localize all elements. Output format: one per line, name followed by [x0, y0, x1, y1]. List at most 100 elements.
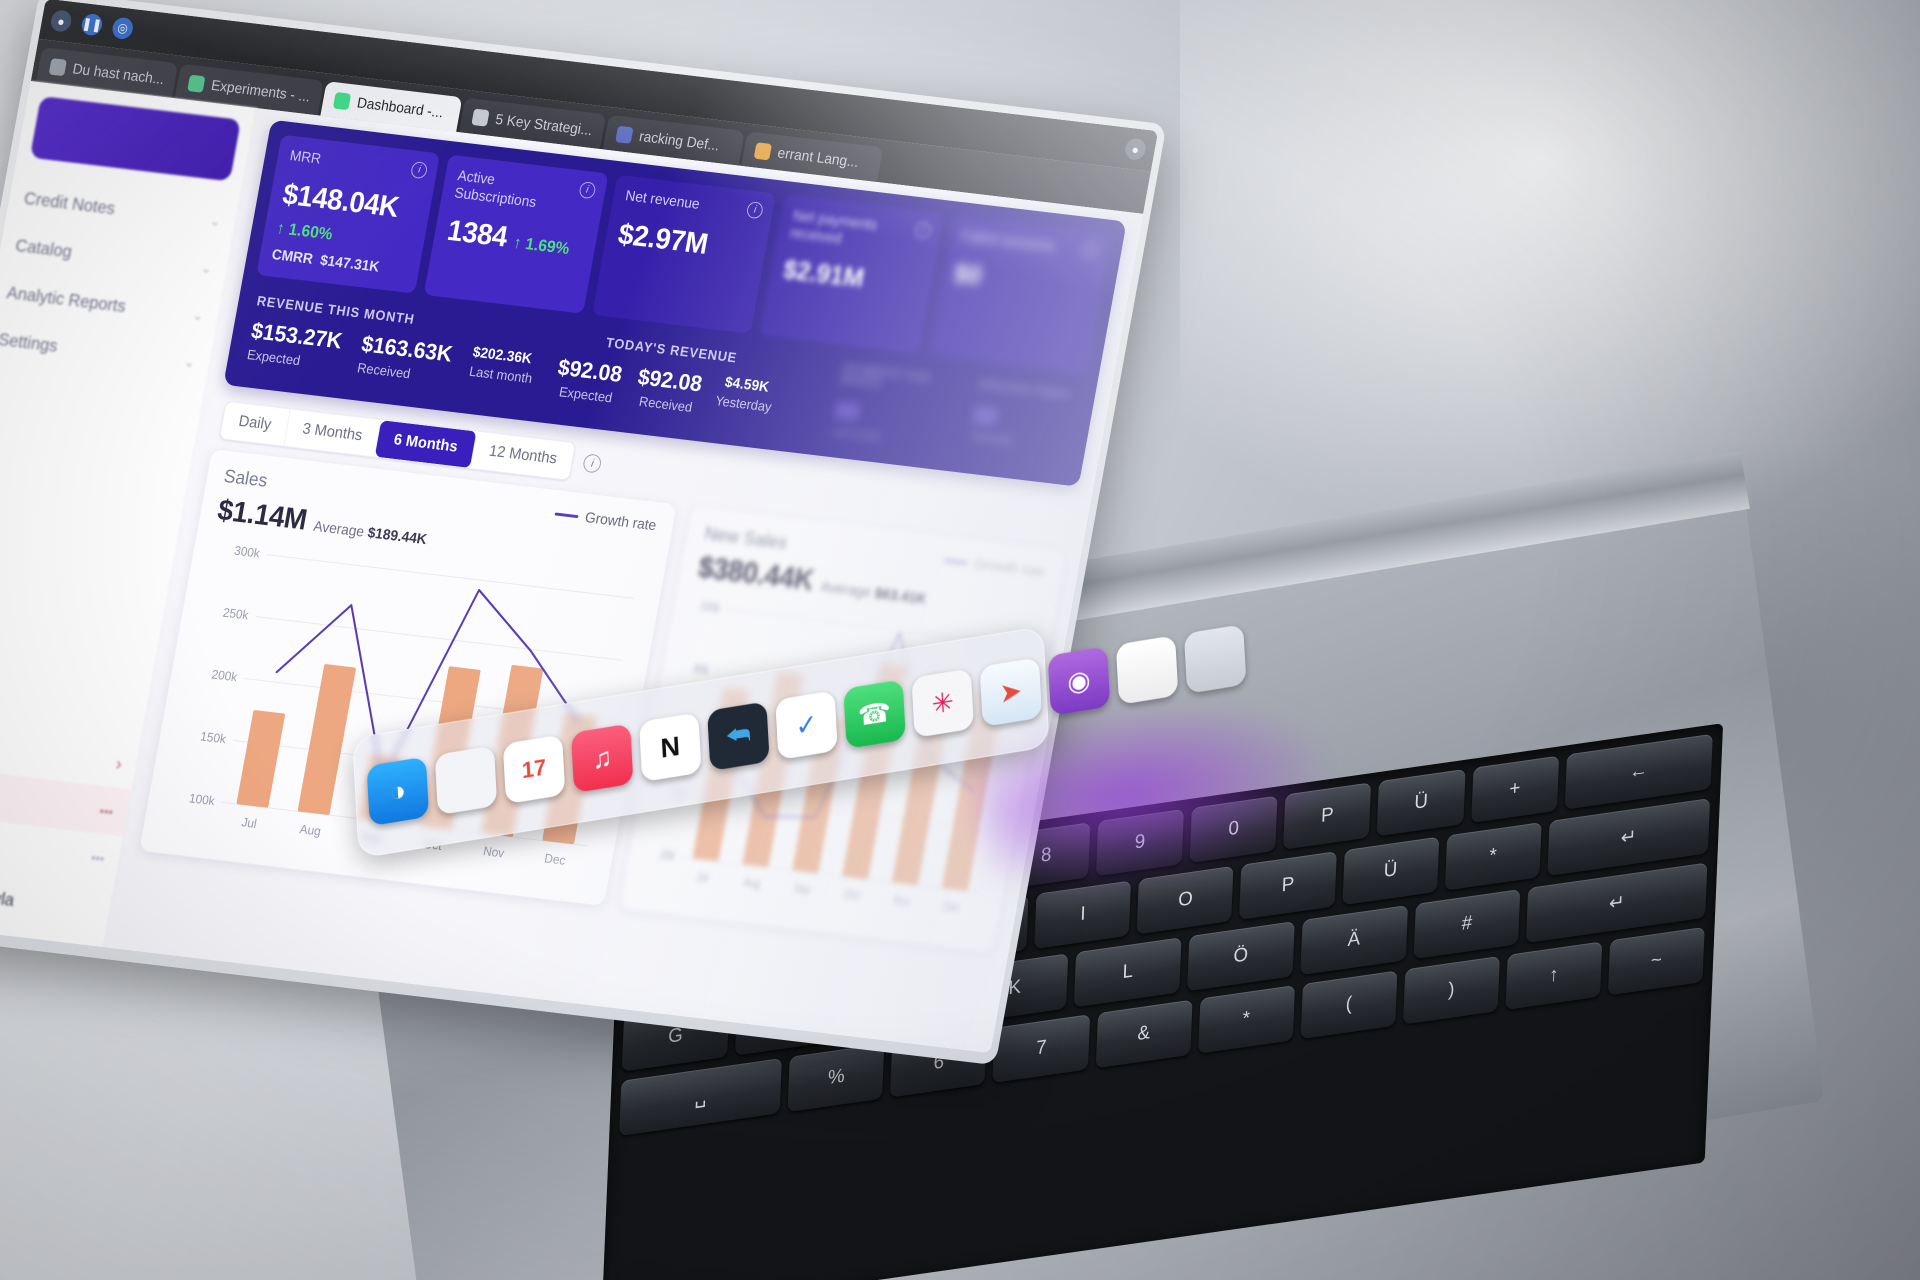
info-icon[interactable]: i — [410, 161, 429, 180]
tab-title: Experiments - ... — [209, 76, 312, 105]
block-caption: Last month — [830, 425, 882, 444]
kpi-card-net-payments-received[interactable]: Net payments received i $2.91M — [759, 194, 944, 354]
chart-legend: Growth rate — [553, 505, 658, 534]
kpi-value-row: $0 — [952, 258, 1093, 304]
svg-text:Aug: Aug — [299, 822, 323, 839]
sales-average: Average $189.44K — [312, 518, 428, 548]
kpi-card-failed-sessions[interactable]: Failed sessions i $0 — [927, 214, 1112, 374]
block-title: PAYMENTS THIS MONTH — [839, 362, 932, 391]
brand-logo[interactable] — [29, 96, 242, 182]
kpi-value: 1384 — [444, 214, 510, 254]
profile-icon[interactable]: ● — [1123, 137, 1148, 161]
kpi-label: MRR — [288, 147, 323, 168]
kpi-card-mrr[interactable]: MRR i $148.04K ↑ 1.60% CMRR $147.31K — [256, 134, 441, 294]
average-label: Average — [312, 517, 366, 541]
svg-text:Oct: Oct — [843, 888, 860, 903]
key[interactable]: * — [1197, 985, 1295, 1054]
svg-text:Jul: Jul — [240, 815, 258, 831]
notes-icon[interactable] — [1115, 635, 1179, 705]
key[interactable]: Ü — [1341, 836, 1439, 906]
svg-text:80k: 80k — [693, 662, 711, 677]
kpi-delta: ↑ 1.60% — [275, 218, 335, 244]
whatsapp-icon[interactable]: ☎ — [843, 679, 906, 750]
tab-favicon — [615, 125, 634, 144]
tab-12-months[interactable]: 12 Months — [470, 431, 576, 480]
kpi-label: Net revenue — [624, 187, 702, 213]
tab-3-months[interactable]: 3 Months — [283, 409, 382, 457]
svg-text:Dec: Dec — [543, 851, 566, 868]
svg-text:20k: 20k — [659, 848, 677, 863]
tab-6-months[interactable]: 6 Months — [375, 419, 478, 468]
kpi-value-row: 1384 ↑ 1.69% — [445, 215, 586, 264]
key[interactable]: ← — [1564, 733, 1713, 810]
kpi-value-row: $2.91M — [781, 255, 922, 301]
key[interactable]: + — [1470, 755, 1559, 824]
music-icon[interactable]: ♫ — [570, 723, 634, 794]
tab-favicon — [187, 74, 206, 93]
key[interactable]: Ö — [1187, 921, 1295, 992]
trash-icon[interactable] — [1183, 624, 1247, 694]
tab-daily[interactable]: Daily — [220, 401, 291, 446]
safari-icon[interactable]: ➤ — [979, 657, 1043, 727]
key[interactable]: ( — [1300, 970, 1398, 1040]
chevron-down-icon: ⌄ — [182, 353, 197, 371]
info-icon[interactable]: i — [913, 221, 933, 240]
slack-icon[interactable]: ✳ — [911, 668, 975, 739]
tab-title: Dashboard -... — [355, 94, 445, 121]
revenue-value: $92.08 — [556, 353, 625, 387]
svg-text:200k: 200k — [211, 667, 240, 684]
chevron-right-icon: › — [114, 753, 124, 774]
sidebar-item-label: Settings — [0, 329, 60, 356]
key[interactable]: ~ — [1607, 926, 1705, 996]
info-icon[interactable]: i — [582, 453, 603, 474]
svg-text:100k: 100k — [699, 600, 722, 616]
hero-right-block: UPDATES TODAY Yesterday — [966, 378, 1079, 465]
calendar-icon[interactable] — [434, 745, 498, 816]
key[interactable]: * — [1444, 822, 1542, 891]
info-icon[interactable]: i — [745, 201, 765, 220]
legend-label: Growth rate — [583, 509, 658, 534]
notion-icon[interactable]: N — [638, 712, 702, 783]
info-icon[interactable]: i — [578, 181, 597, 200]
new-sales-average: Average $63.41K — [819, 578, 927, 607]
screen-bezel: ● ❚❚ ◎ ● Du hast nach... Experiments - .… — [0, 0, 1167, 1066]
overflow-dots-icon[interactable]: ••• — [90, 849, 106, 866]
block-value-placeholder — [971, 405, 999, 426]
overflow-dots-icon[interactable]: ••• — [98, 802, 114, 819]
key[interactable]: L — [1073, 937, 1182, 1008]
average-label: Average — [819, 578, 873, 601]
pause-icon[interactable]: ❚❚ — [80, 12, 104, 37]
svg-text:Aug: Aug — [743, 876, 762, 891]
revenue-item: $92.08 Expected — [553, 353, 625, 406]
sidebar-item-label: Credit Notes — [22, 188, 117, 219]
app-root: Credit Notes ⌄ Catalog ⌄ Analytic Report… — [0, 81, 1144, 1053]
kpi-sub-key: CMRR — [270, 246, 315, 268]
legend-line-icon — [943, 558, 968, 565]
revenue-key: Yesterday — [714, 392, 773, 415]
shield-icon[interactable]: ● — [49, 9, 74, 33]
things-icon[interactable]: ✓ — [775, 690, 838, 761]
kpi-label: Failed sessions — [959, 227, 1057, 256]
key[interactable]: Ü — [1377, 768, 1466, 837]
vscode-icon[interactable]: ⮪ — [707, 701, 770, 772]
key[interactable]: Ä — [1300, 905, 1408, 976]
kpi-value-row: $2.97M — [616, 218, 757, 267]
podcasts-icon[interactable]: ◉ — [1047, 646, 1111, 716]
kpi-card-net-revenue[interactable]: Net revenue i $2.97M — [591, 174, 777, 334]
key[interactable]: & — [1095, 999, 1193, 1069]
block-value-placeholder — [833, 400, 861, 421]
sidebar-item-label: Catalog — [13, 235, 74, 262]
laptop-screen: ● ❚❚ ◎ ● Du hast nach... Experiments - .… — [0, 0, 1235, 1150]
key[interactable]: # — [1413, 889, 1521, 960]
revenue-value: $92.08 — [636, 363, 705, 397]
key[interactable]: ) — [1402, 955, 1500, 1025]
info-icon[interactable]: i — [1081, 241, 1100, 260]
chevron-down-icon: ⌄ — [208, 212, 223, 230]
new-sales-headline-value: $380.44K — [695, 551, 817, 597]
target-icon[interactable]: ◎ — [110, 16, 135, 41]
finder-icon[interactable]: ◑ — [366, 756, 430, 827]
key[interactable]: ↑ — [1505, 941, 1603, 1011]
new-sales-card-title: New Sales — [702, 523, 789, 554]
kpi-card-active-subscriptions[interactable]: Active Subscriptions i 1384 ↑ 1.69% — [424, 154, 609, 314]
date-icon[interactable]: 17 — [502, 734, 566, 805]
